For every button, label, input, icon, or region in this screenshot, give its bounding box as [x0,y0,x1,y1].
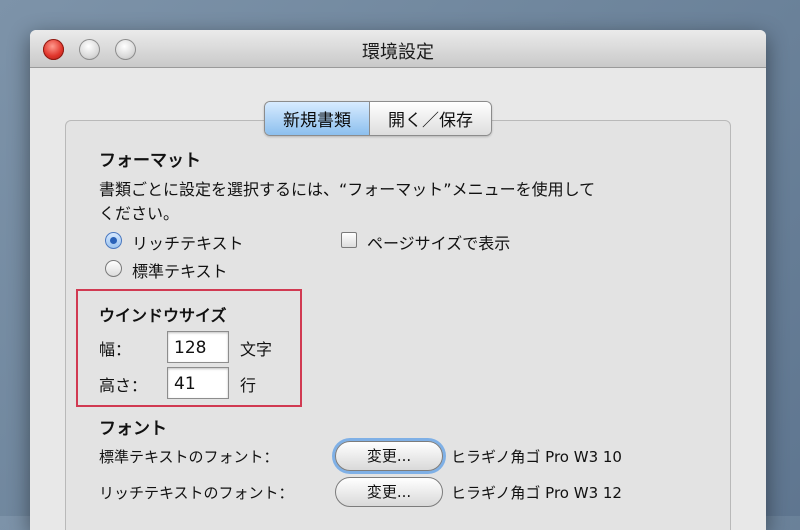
tab-bar: 新規書類 開く／保存 [264,101,492,136]
rich-text-radio[interactable] [105,232,122,249]
plain-font-value: ヒラギノ角ゴ Pro W3 10 [451,448,622,466]
window-size-highlight-box [76,289,302,407]
show-page-size-checkbox[interactable] [341,232,357,248]
preferences-window: 環境設定 新規書類 開く／保存 フォーマット 書類ごとに設定を選択するには、“フ… [30,30,766,530]
rich-text-label[interactable]: リッチテキスト [132,230,244,254]
font-heading: フォント [99,419,167,439]
tab-new-document[interactable]: 新規書類 [265,102,369,135]
rich-font-value: ヒラギノ角ゴ Pro W3 12 [451,484,622,502]
show-page-size-label[interactable]: ページサイズで表示 [367,230,510,254]
plain-text-radio[interactable] [105,260,122,277]
format-description-line2: ください。 [99,204,180,223]
format-description-line1: 書類ごとに設定を選択するには、“フォーマット”メニューを使用して [99,180,596,199]
rich-font-label: リッチテキストのフォント： [99,484,294,502]
plain-text-label[interactable]: 標準テキスト [132,258,228,282]
plain-font-label: 標準テキストのフォント： [99,448,279,466]
change-plain-font-button[interactable]: 変更... [335,441,443,471]
format-heading: フォーマット [99,151,201,171]
title-bar[interactable]: 環境設定 [30,30,766,68]
change-rich-font-button[interactable]: 変更... [335,477,443,507]
window-title: 環境設定 [362,42,434,63]
tab-open-save[interactable]: 開く／保存 [369,102,491,135]
